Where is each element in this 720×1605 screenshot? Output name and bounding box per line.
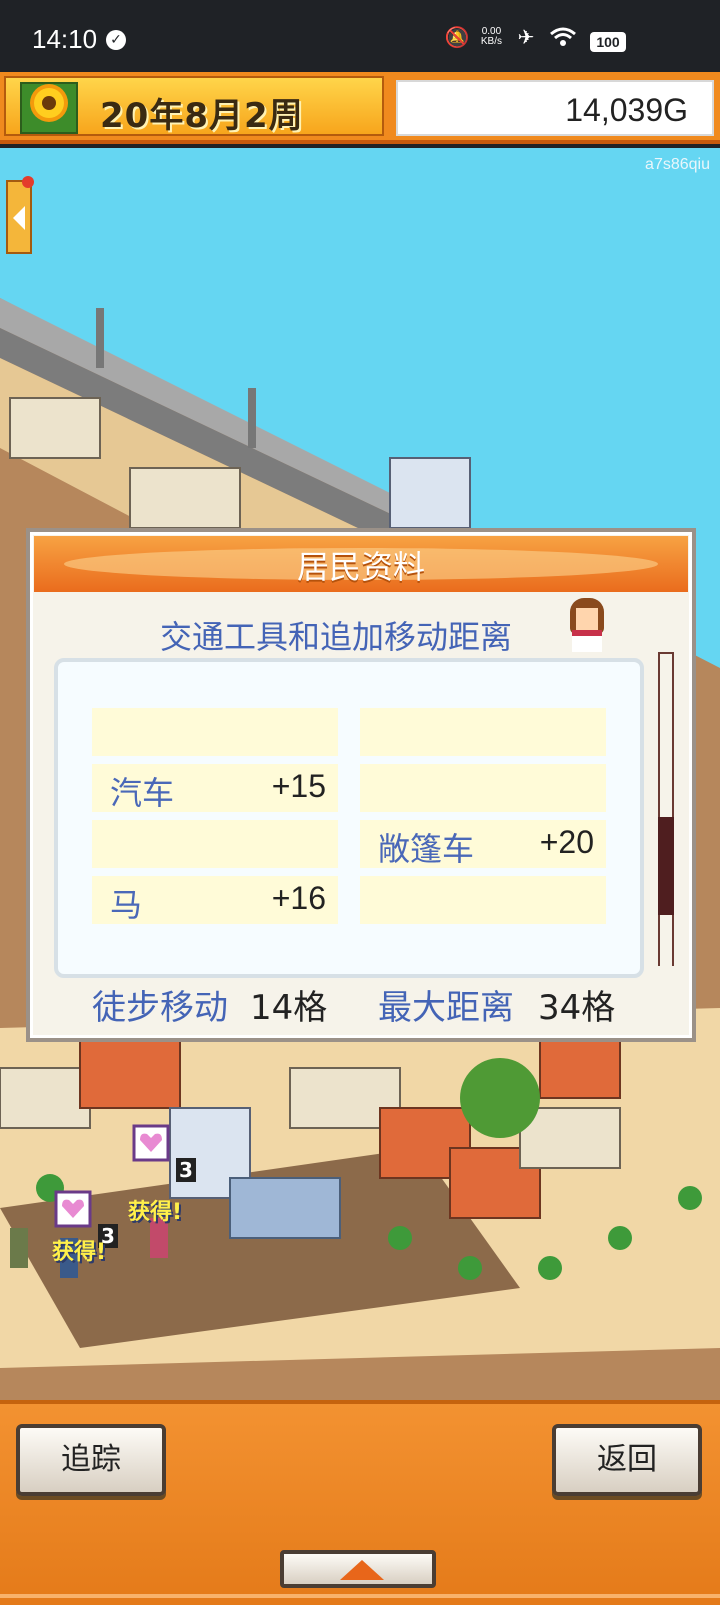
scrollbar-track[interactable] (658, 652, 674, 966)
top-bar: 20年8月2周 14,039G (0, 72, 720, 144)
resident-info-dialog: 居民资料 交通工具和追加移动距离 汽车 +15 敞篷车 +20 马 +16 徒步… (26, 528, 696, 1042)
walk-distance-value: 14格 (250, 988, 328, 1028)
status-time: 14:10 (32, 24, 98, 54)
sunflower-icon (20, 82, 78, 134)
date-panel: 20年8月2周 (4, 76, 384, 136)
bubble-label: 获得! (128, 1200, 183, 1225)
vehicle-cell (360, 764, 606, 812)
vehicle-bonus: +20 (539, 824, 594, 860)
vehicle-name: 汽车 (110, 774, 175, 812)
game-date: 20年8月2周 (100, 96, 304, 136)
battery-icon: 100 (590, 32, 626, 52)
scrollbar-thumb[interactable] (658, 817, 674, 915)
vehicle-cell (360, 876, 606, 924)
bubble-label: 获得! (52, 1240, 107, 1265)
distance-summary: 徒步移动 14格 最大距离 34格 (30, 976, 692, 1028)
dialog-title: 居民资料 (296, 548, 425, 586)
max-distance-label: 最大距离 (378, 988, 514, 1028)
vehicle-cell: 汽车 +15 (92, 764, 338, 812)
resident-portrait (566, 598, 608, 652)
net-speed: 0.00 KB/s (481, 27, 502, 47)
money-amount: 14,039G (565, 92, 688, 128)
dialog-subtitle: 交通工具和追加移动距离 (159, 618, 512, 656)
vehicle-cell (92, 820, 338, 868)
net-speed-unit: KB/s (480, 36, 502, 47)
wifi-icon (550, 27, 576, 46)
expand-menu-button[interactable] (280, 1550, 436, 1588)
bubble-count: 3 (176, 1158, 196, 1182)
check-circle-icon: ✓ (106, 30, 126, 50)
mute-bell-icon: 🔕 (444, 25, 470, 49)
walk-distance-label: 徒步移动 (92, 988, 228, 1028)
vehicle-cell: 敞篷车 +20 (360, 820, 606, 868)
side-panel-arrow-button[interactable] (6, 176, 34, 254)
arrow-up-icon (340, 1560, 384, 1580)
dialog-header: 居民资料 (34, 536, 688, 592)
user-tag: a7s86qiu (645, 156, 710, 173)
vehicle-name: 敞篷车 (378, 830, 475, 868)
vehicle-bonus: +16 (271, 880, 326, 916)
vehicle-cell: 马 +16 (92, 876, 338, 924)
vehicle-bonus: +15 (271, 768, 326, 804)
status-bar: 14:10 ✓ 🔕 0.00 KB/s ✈ 100 (0, 0, 720, 72)
vehicle-cell (92, 708, 338, 756)
notification-dot (22, 176, 34, 188)
vehicle-cell (360, 708, 606, 756)
track-button[interactable]: 追踪 (16, 1424, 166, 1496)
airplane-icon: ✈ (517, 25, 535, 49)
vehicle-name: 马 (110, 886, 143, 924)
back-button[interactable]: 返回 (552, 1424, 702, 1496)
bottom-panel: 追踪 返回 (0, 1400, 720, 1605)
divider (0, 1594, 720, 1598)
vehicle-table: 汽车 +15 敞篷车 +20 马 +16 (54, 658, 644, 978)
max-distance-value: 34格 (538, 988, 616, 1028)
money-box: 14,039G (396, 80, 714, 136)
